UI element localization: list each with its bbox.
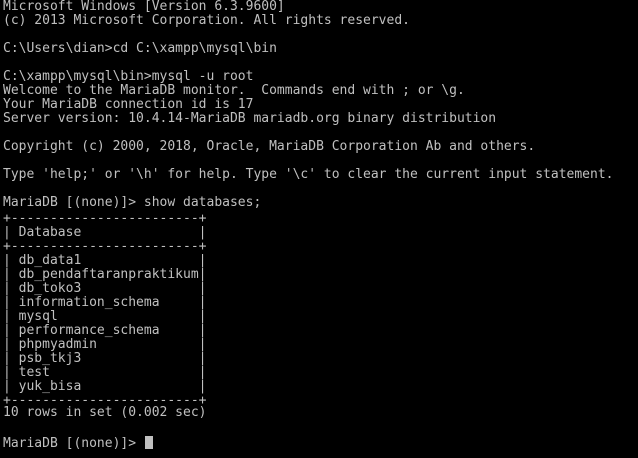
table-header: | Database | [3, 225, 207, 240]
command-prompt[interactable]: MariaDB [(none)]> [3, 436, 153, 451]
console-line: Your MariaDB connection id is 17 [3, 97, 254, 112]
table-row: | db_pendaftaranpraktikum| [3, 267, 207, 282]
prompt-text: MariaDB [(none)]> [3, 436, 144, 451]
console-line: Type 'help;' or '\h' for help. Type '\c'… [3, 167, 614, 182]
console-line: Microsoft Windows [Version 6.3.9600] [3, 0, 285, 14]
console-line: Welcome to the MariaDB monitor. Commands… [3, 83, 465, 98]
console-line: Server version: 10.4.14-MariaDB mariadb.… [3, 111, 497, 126]
console-line: C:\Users\dian>cd C:\xampp\mysql\bin [3, 41, 277, 56]
table-row: | db_toko3 | [3, 281, 207, 296]
table-row: | psb_tkj3 | [3, 351, 207, 366]
console-window[interactable]: Microsoft Windows [Version 6.3.9600] (c)… [0, 0, 638, 458]
table-row: | yuk_bisa | [3, 379, 207, 394]
console-line: (c) 2013 Microsoft Corporation. All righ… [3, 13, 410, 28]
console-line: MariaDB [(none)]> show databases; [3, 195, 262, 210]
table-row: | information_schema | [3, 295, 207, 310]
table-row: | mysql | [3, 309, 207, 324]
result-summary: 10 rows in set (0.002 sec) [3, 405, 207, 420]
table-row: | db_data1 | [3, 253, 207, 268]
table-row: | phpmyadmin | [3, 337, 207, 352]
console-line: C:\xampp\mysql\bin>mysql -u root [3, 69, 254, 84]
console-line: Copyright (c) 2000, 2018, Oracle, MariaD… [3, 139, 536, 154]
table-row: | test | [3, 365, 207, 380]
text-cursor [144, 436, 153, 449]
table-border: +------------------------+ [3, 239, 207, 254]
table-border: +------------------------+ [3, 211, 207, 226]
table-row: | performance_schema | [3, 323, 207, 338]
